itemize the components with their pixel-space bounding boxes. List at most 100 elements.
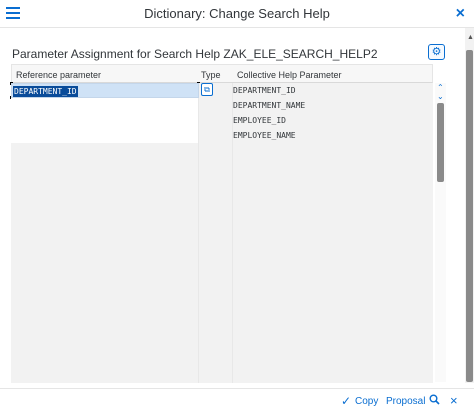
collective-cell [233,293,433,308]
table-row [11,263,433,278]
collective-param-label: DEPARTMENT_ID [233,86,296,95]
type-cell [199,158,233,173]
reference-cell[interactable] [11,113,199,128]
search-icon[interactable] [429,394,440,408]
table-row [11,308,433,323]
check-icon[interactable]: ✓ [341,394,351,408]
proposal-button[interactable]: Proposal [386,396,425,407]
dialog-scroll-thumb[interactable] [466,50,473,382]
column-header-type: Type [201,70,221,80]
collective-cell [233,248,433,263]
collective-param-label: EMPLOYEE_NAME [233,131,296,140]
type-cell [199,98,233,113]
table-scroll-thumb[interactable] [437,103,444,182]
collective-cell [233,263,433,278]
column-header-reference: Reference parameter [16,70,102,80]
collective-cell [233,308,433,323]
reference-cell [11,203,199,218]
cancel-icon[interactable]: × [450,393,458,408]
reference-cell [11,263,199,278]
reference-cell [11,353,199,368]
reference-cell[interactable] [11,98,199,113]
scroll-down-icon[interactable]: ⌄ [437,93,444,101]
reference-parameter-value: DEPARTMENT_ID [13,86,78,97]
table-row [11,173,433,188]
collective-cell [233,368,433,383]
table-row [11,218,433,233]
collective-cell [233,158,433,173]
table-row [11,188,433,203]
reference-parameter-input[interactable]: DEPARTMENT_ID [10,82,200,99]
dialog-footer: ✓ Copy Proposal × [0,388,474,413]
dialog-title: Dictionary: Change Search Help [144,6,330,21]
collective-cell [233,143,433,158]
type-cell [199,368,233,383]
reference-cell[interactable]: DEPARTMENT_ID [10,82,200,99]
collective-cell: DEPARTMENT_NAME [233,98,433,113]
table-scrollbar[interactable]: ⌃ ⌄ [435,83,446,382]
collective-cell: EMPLOYEE_NAME [233,128,433,143]
table-row: DEPARTMENT_NAME [11,98,433,113]
reference-cell [11,248,199,263]
type-cell [199,128,233,143]
scroll-up-icon[interactable]: ▲ [467,34,474,42]
type-cell [199,218,233,233]
section-title: Parameter Assignment for Search Help ZAK… [12,47,378,61]
table-row [11,323,433,338]
collective-cell [233,218,433,233]
column-header-collective: Collective Help Parameter [237,70,342,80]
collective-cell: DEPARTMENT_ID [233,83,433,98]
gear-icon[interactable]: ⚙ [428,44,445,60]
collective-param-label: EMPLOYEE_ID [233,116,286,125]
type-cell [199,188,233,203]
collective-cell [233,323,433,338]
table-row [11,203,433,218]
reference-cell[interactable] [11,128,199,143]
table-row: DEPARTMENT_ID ⧉ DEPARTMENT_ID [10,82,433,99]
reference-cell [11,368,199,383]
collective-cell [233,188,433,203]
table-row [11,233,433,248]
table-row [11,368,433,383]
type-cell [199,353,233,368]
collective-cell [233,338,433,353]
dialog-scrollbar[interactable]: ▲ [465,28,474,383]
collective-cell: EMPLOYEE_ID [233,113,433,128]
value-help-icon[interactable]: ⧉ [201,83,213,96]
type-cell [199,263,233,278]
dialog-title-bar: Dictionary: Change Search Help × [0,0,474,28]
collective-cell [233,353,433,368]
collective-cell [233,173,433,188]
table-row [11,278,433,293]
reference-cell [11,188,199,203]
type-cell [199,323,233,338]
parameter-table: Reference parameter Type Collective Help… [10,64,446,383]
table-row [11,158,433,173]
table-row: EMPLOYEE_NAME [11,128,433,143]
reference-cell [11,158,199,173]
reference-cell [11,233,199,248]
table-header: Reference parameter Type Collective Help… [11,64,433,83]
type-cell [199,338,233,353]
type-cell [199,173,233,188]
reference-cell [11,323,199,338]
collective-cell [233,278,433,293]
table-row [11,353,433,368]
collective-cell [233,203,433,218]
collective-param-label: DEPARTMENT_NAME [233,101,306,110]
table-row [11,338,433,353]
reference-cell [11,338,199,353]
search-help-dialog: Dictionary: Change Search Help × ▲ Param… [0,0,474,413]
reference-cell [11,143,199,158]
type-cell [199,113,233,128]
table-row [11,143,433,158]
type-cell [199,203,233,218]
type-cell [199,308,233,323]
reference-cell [11,308,199,323]
copy-button[interactable]: Copy [355,396,378,407]
scroll-up-icon[interactable]: ⌃ [437,84,444,92]
reference-cell [11,293,199,308]
type-cell [199,278,233,293]
close-icon[interactable]: × [456,4,465,24]
reference-cell [11,278,199,293]
